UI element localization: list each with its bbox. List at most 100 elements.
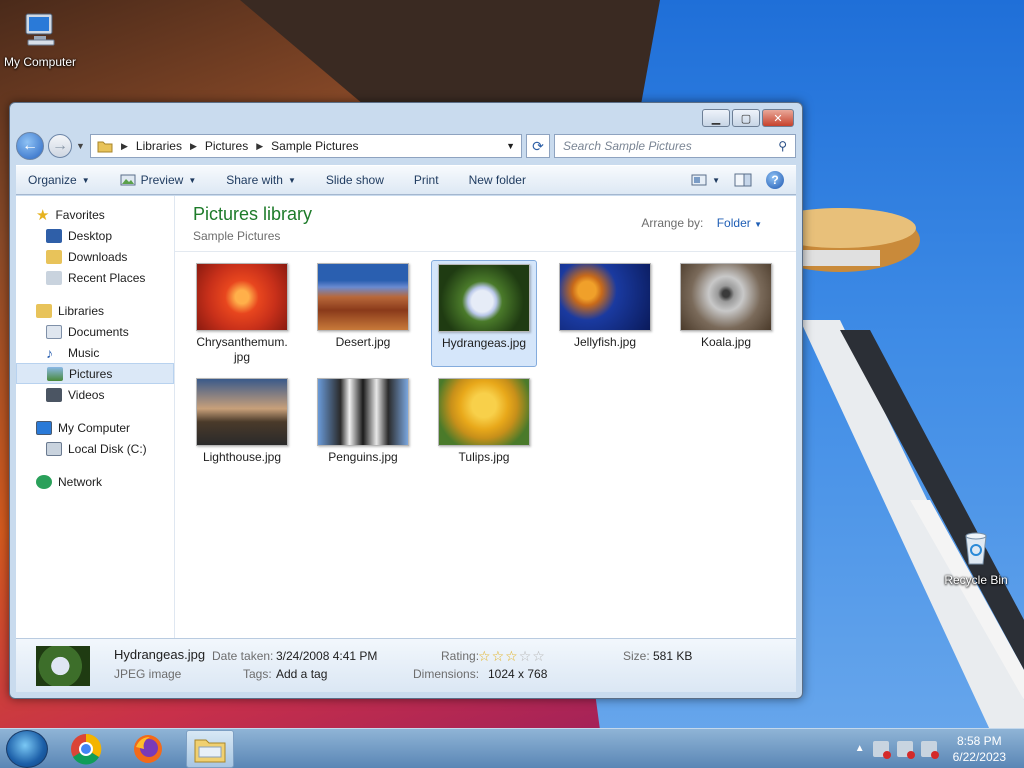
desktop-icon-recycle-bin[interactable]: Recycle Bin	[936, 528, 1016, 587]
network-status-icon[interactable]	[896, 740, 915, 759]
nav-item-pictures[interactable]: Pictures	[16, 363, 174, 384]
nav-item-desktop[interactable]: Desktop	[16, 225, 174, 246]
chevron-down-icon: ▼	[712, 175, 720, 185]
picture-icon	[120, 174, 136, 186]
nav-item-favorites[interactable]: ★ Favorites	[16, 204, 174, 225]
rating-star-icon[interactable]: ☆	[478, 648, 492, 664]
libraries-icon	[36, 303, 52, 318]
help-icon[interactable]: ?	[766, 171, 784, 189]
nav-label: Recent Places	[68, 270, 146, 285]
thumbnail-image	[196, 378, 288, 446]
arrange-by-label: Arrange by:	[641, 216, 704, 230]
maximize-button[interactable]: ▢	[732, 109, 760, 127]
breadcrumb-separator[interactable]: ▶	[256, 141, 263, 152]
nav-item-videos[interactable]: Videos	[16, 384, 174, 405]
taskbar-explorer[interactable]	[186, 729, 234, 768]
breadcrumb-pictures[interactable]: Pictures	[205, 139, 248, 153]
recycle-bin-icon	[965, 532, 987, 565]
file-name: Jellyfish.jpg	[573, 335, 637, 349]
preview-pane-icon[interactable]	[734, 173, 752, 187]
tags-value[interactable]: Add a tag	[276, 667, 327, 681]
nav-label: Network	[58, 474, 103, 489]
date-taken-value[interactable]: 3/24/2008 4:41 PM	[276, 649, 377, 663]
details-pane: Hydrangeas.jpg JPEG image Date taken: 3/…	[16, 638, 796, 692]
volume-muted-icon[interactable]	[920, 740, 939, 759]
music-note-icon: ♪	[46, 344, 53, 361]
space-needle-wallpaper	[800, 208, 1024, 730]
firefox-icon	[134, 734, 162, 763]
share-with-button[interactable]: Share with ▼	[226, 173, 296, 187]
nav-item-music[interactable]: ♪ Music	[16, 342, 174, 363]
nav-label: Documents	[68, 324, 129, 339]
rating-stars[interactable]: ☆☆☆☆☆	[478, 648, 546, 665]
breadcrumb-separator: ▶	[121, 140, 128, 151]
address-bar[interactable]: ▶ Libraries ▶ Pictures ▶ Sample Pictures…	[90, 134, 522, 158]
clock[interactable]: 8:58 PM 6/22/2023	[953, 733, 1006, 765]
file-item-chrysanthemum[interactable]: Chrysanthemum. jpg	[189, 260, 295, 367]
slide-show-label: Slide show	[325, 173, 384, 187]
navigation-bar: ← → ▼ ▶ Libraries ▶ Pictures ▶ Sample Pi…	[16, 131, 796, 161]
close-button[interactable]: ✕	[762, 109, 794, 127]
action-center-flag-icon[interactable]	[872, 740, 891, 759]
file-list-pane: Pictures library Sample Pictures Arrange…	[175, 196, 796, 638]
forward-button[interactable]: →	[48, 134, 72, 158]
change-view-button[interactable]: ▼	[691, 174, 720, 186]
rating-star-icon[interactable]: ☆	[519, 648, 533, 664]
breadcrumb-separator[interactable]: ▶	[190, 141, 197, 152]
preview-button[interactable]: Preview ▼	[120, 173, 196, 187]
rating-label: Rating:	[441, 649, 480, 663]
details-filename: Hydrangeas.jpg	[114, 647, 206, 662]
nav-item-local-disk[interactable]: Local Disk (C:)	[16, 438, 174, 459]
new-folder-button[interactable]: New folder	[469, 173, 526, 187]
desktop-icon-my-computer[interactable]: My Computer	[0, 10, 80, 69]
file-item-jellyfish[interactable]: Jellyfish.jpg	[552, 260, 658, 367]
file-item-penguins[interactable]: Penguins.jpg	[310, 375, 416, 467]
file-item-desert[interactable]: Desert.jpg	[310, 260, 416, 367]
taskbar-firefox[interactable]	[124, 730, 172, 768]
library-subtitle: Sample Pictures	[193, 229, 281, 243]
organize-button[interactable]: Organize ▼	[28, 173, 90, 187]
slide-show-button[interactable]: Slide show	[326, 173, 384, 187]
chevron-down-icon: ▼	[287, 175, 296, 185]
downloads-folder-icon	[46, 249, 62, 264]
breadcrumb-libraries[interactable]: Libraries	[136, 139, 182, 153]
rating-star-icon[interactable]: ☆	[532, 648, 546, 664]
show-hidden-icons-chevron-icon[interactable]: ▲	[855, 743, 865, 754]
nav-item-network[interactable]: Network	[16, 471, 174, 492]
thumbnail-image	[196, 263, 288, 331]
address-dropdown-icon[interactable]: ▼	[506, 141, 515, 151]
nav-item-documents[interactable]: Documents	[16, 321, 174, 342]
arrange-by-dropdown[interactable]: Folder ▼	[717, 216, 762, 230]
nav-item-my-computer[interactable]: My Computer	[16, 417, 174, 438]
file-item-hydrangeas[interactable]: Hydrangeas.jpg	[431, 260, 537, 367]
explorer-body: ★ Favorites Desktop Downloads Recent Plac…	[16, 196, 796, 638]
file-item-tulips[interactable]: Tulips.jpg	[431, 375, 537, 467]
print-button[interactable]: Print	[414, 173, 439, 187]
nav-label: Music	[68, 345, 100, 360]
file-item-koala[interactable]: Koala.jpg	[673, 260, 779, 367]
search-icon[interactable]: ⚲	[778, 139, 787, 153]
start-button[interactable]	[6, 729, 48, 768]
print-label: Print	[413, 173, 439, 187]
taskbar-chrome[interactable]	[62, 730, 110, 768]
desktop-icon	[46, 228, 62, 243]
nav-item-recent-places[interactable]: Recent Places	[16, 267, 174, 288]
thumbnail-image	[317, 378, 409, 446]
nav-item-downloads[interactable]: Downloads	[16, 246, 174, 267]
arrange-by-value: Folder	[716, 216, 751, 230]
size-value: 581 KB	[653, 649, 693, 663]
nav-label: Libraries	[58, 303, 105, 318]
refresh-button[interactable]: ⟳	[526, 134, 550, 158]
drive-icon	[46, 441, 62, 456]
minimize-button[interactable]: ▁	[702, 109, 730, 127]
rating-star-icon[interactable]: ☆	[505, 648, 519, 664]
nav-label: Pictures	[69, 366, 113, 381]
back-button[interactable]: ←	[16, 132, 44, 160]
breadcrumb-sample-pictures[interactable]: Sample Pictures	[271, 139, 358, 153]
nav-item-libraries[interactable]: Libraries	[16, 300, 174, 321]
file-item-lighthouse[interactable]: Lighthouse.jpg	[189, 375, 295, 467]
recent-pages-dropdown[interactable]: ▼	[76, 141, 86, 151]
search-input[interactable]: Search Sample Pictures ⚲	[554, 134, 796, 158]
file-name: Koala.jpg	[700, 335, 752, 349]
rating-star-icon[interactable]: ☆	[492, 648, 506, 664]
